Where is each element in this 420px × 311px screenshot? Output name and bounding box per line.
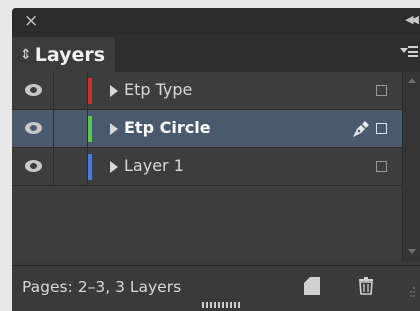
- layer-color-swatch: [88, 154, 92, 180]
- layer-row-etp-type[interactable]: Etp Type: [12, 72, 402, 110]
- expand-triangle-icon[interactable]: [110, 123, 118, 135]
- scroll-down-icon[interactable]: [408, 249, 416, 254]
- lock-toggle[interactable]: [54, 110, 88, 147]
- expand-triangle-icon[interactable]: [110, 161, 118, 173]
- trash-icon[interactable]: [356, 276, 376, 296]
- lock-toggle[interactable]: [54, 72, 88, 109]
- tab-resize-icon: ⇕: [20, 46, 32, 63]
- tab-layers-label: Layers: [34, 43, 106, 66]
- resize-grip-icon[interactable]: [408, 284, 416, 300]
- layer-row-layer-1[interactable]: Layer 1: [12, 148, 402, 186]
- layer-name: Etp Type: [124, 80, 193, 99]
- eye-icon: [25, 122, 42, 134]
- layer-row-etp-circle[interactable]: Etp Circle: [12, 110, 402, 148]
- layers-panel: × ◀◀ ⇕ Layers Etp Type Etp Circle Layer …: [12, 8, 420, 311]
- expand-triangle-icon[interactable]: [110, 85, 118, 97]
- panel-footer: Pages: 2–3, 3 Layers: [12, 265, 420, 311]
- panel-menu-icon[interactable]: [400, 46, 418, 62]
- selection-target-box[interactable]: [376, 161, 387, 172]
- selection-target-box[interactable]: [376, 123, 387, 134]
- visibility-toggle[interactable]: [12, 72, 54, 109]
- layer-name: Layer 1: [124, 156, 184, 175]
- vertical-scrollbar[interactable]: [402, 72, 420, 262]
- eye-icon: [25, 84, 42, 96]
- layer-name: Etp Circle: [124, 118, 211, 137]
- panel-titlebar: × ◀◀: [12, 8, 420, 34]
- panel-tab-row: ⇕ Layers: [12, 34, 420, 72]
- layer-color-swatch: [88, 116, 92, 142]
- pen-icon: [353, 121, 369, 137]
- new-layer-icon[interactable]: [304, 277, 320, 295]
- tab-layers[interactable]: ⇕ Layers: [12, 37, 115, 72]
- layer-color-swatch: [88, 78, 92, 104]
- visibility-toggle[interactable]: [12, 148, 54, 185]
- collapse-panel-icon[interactable]: ◀◀: [405, 13, 419, 26]
- selection-target-box[interactable]: [376, 85, 387, 96]
- layers-status-text: Pages: 2–3, 3 Layers: [22, 278, 182, 296]
- lock-toggle[interactable]: [54, 148, 88, 185]
- visibility-toggle[interactable]: [12, 110, 54, 147]
- layer-list: Etp Type Etp Circle Layer 1: [12, 72, 402, 262]
- eye-icon: [25, 160, 42, 172]
- close-icon[interactable]: ×: [24, 11, 38, 31]
- panel-resize-handle[interactable]: [202, 302, 242, 308]
- scroll-up-icon[interactable]: [408, 78, 416, 83]
